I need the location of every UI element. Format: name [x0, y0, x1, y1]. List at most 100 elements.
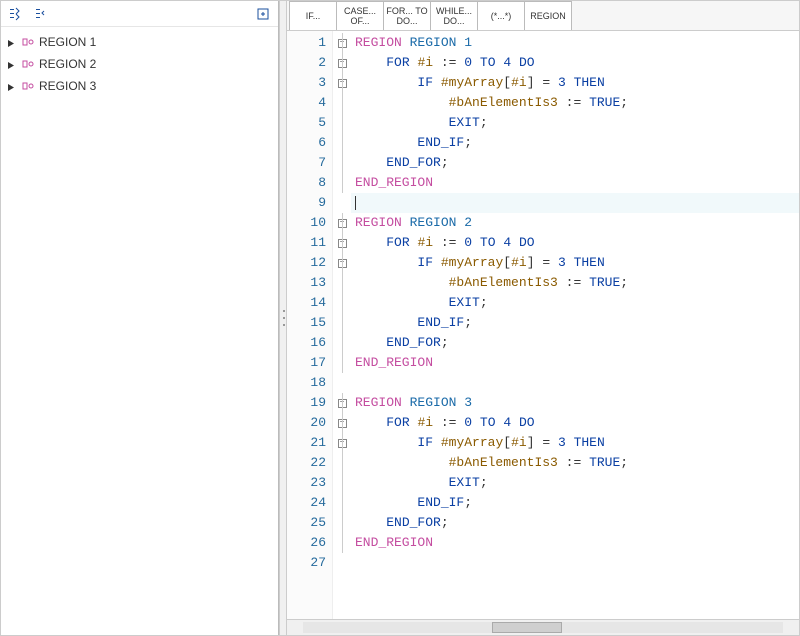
tree-item[interactable]: REGION 3 [1, 75, 278, 97]
line-number: 23 [287, 473, 332, 493]
code-line[interactable]: IF #myArray[#i] = 3 THEN [351, 253, 799, 273]
code-line[interactable]: EXIT; [351, 293, 799, 313]
line-number: 4 [287, 93, 332, 113]
code-line[interactable]: END_FOR; [351, 333, 799, 353]
caret-right-icon [7, 37, 17, 47]
code-area[interactable]: 1234567891011121314151617181920212223242… [287, 31, 799, 619]
code-editor-pane: IF...CASE... OF...FOR... TO DO...WHILE..… [287, 1, 799, 635]
line-number: 3 [287, 73, 332, 93]
region-icon [21, 57, 35, 71]
code-line[interactable]: END_FOR; [351, 153, 799, 173]
code-line[interactable]: #bAnElementIs3 := TRUE; [351, 273, 799, 293]
collapse-all-icon[interactable] [31, 3, 53, 25]
fold-cell [333, 153, 351, 173]
fold-cell: − [333, 253, 351, 273]
fold-cell [333, 493, 351, 513]
code-line[interactable]: REGION REGION 1 [351, 33, 799, 53]
code-line[interactable] [351, 373, 799, 393]
line-number: 24 [287, 493, 332, 513]
snippet-button[interactable]: FOR... TO DO... [383, 1, 431, 30]
code-line[interactable]: END_IF; [351, 493, 799, 513]
fold-cell: − [333, 413, 351, 433]
code-text[interactable]: REGION REGION 1 FOR #i := 0 TO 4 DO IF #… [351, 31, 799, 619]
code-line[interactable]: REGION REGION 2 [351, 213, 799, 233]
code-line[interactable]: END_FOR; [351, 513, 799, 533]
line-number: 27 [287, 553, 332, 573]
line-number: 8 [287, 173, 332, 193]
fold-cell: − [333, 393, 351, 413]
fold-cell [333, 473, 351, 493]
horizontal-scrollbar[interactable] [287, 619, 799, 635]
snippet-button[interactable]: REGION [524, 1, 572, 30]
fold-cell [333, 273, 351, 293]
line-number: 22 [287, 453, 332, 473]
fold-cell: − [333, 53, 351, 73]
code-line[interactable]: EXIT; [351, 473, 799, 493]
line-number: 19 [287, 393, 332, 413]
tree-item-label: REGION 3 [39, 79, 96, 93]
code-line[interactable] [351, 553, 799, 573]
snippet-button[interactable]: WHILE... DO... [430, 1, 478, 30]
caret-right-icon [7, 59, 17, 69]
fold-cell: − [333, 213, 351, 233]
line-number: 12 [287, 253, 332, 273]
tree-item[interactable]: REGION 2 [1, 53, 278, 75]
line-number: 26 [287, 533, 332, 553]
fold-cell: − [333, 33, 351, 53]
code-line[interactable]: REGION REGION 3 [351, 393, 799, 413]
code-line[interactable]: FOR #i := 0 TO 4 DO [351, 233, 799, 253]
region-tree: REGION 1 REGION 2 REGION 3 [1, 27, 278, 635]
code-line[interactable]: IF #myArray[#i] = 3 THEN [351, 433, 799, 453]
sidebar: REGION 1 REGION 2 REGION 3 [1, 1, 279, 635]
code-line[interactable]: END_REGION [351, 533, 799, 553]
fold-cell [333, 513, 351, 533]
code-line[interactable]: END_IF; [351, 133, 799, 153]
region-icon [21, 35, 35, 49]
snippet-button[interactable]: IF... [289, 1, 337, 30]
fold-cell [333, 373, 351, 393]
fold-cell [333, 173, 351, 193]
line-number: 25 [287, 513, 332, 533]
code-line[interactable]: FOR #i := 0 TO 4 DO [351, 413, 799, 433]
line-number: 20 [287, 413, 332, 433]
snippet-button[interactable]: CASE... OF... [336, 1, 384, 30]
code-line[interactable]: END_IF; [351, 313, 799, 333]
fold-cell: − [333, 433, 351, 453]
fold-cell: − [333, 233, 351, 253]
fold-cell [333, 333, 351, 353]
line-number: 6 [287, 133, 332, 153]
snippet-button[interactable]: (*...*) [477, 1, 525, 30]
code-line[interactable]: #bAnElementIs3 := TRUE; [351, 453, 799, 473]
tree-item[interactable]: REGION 1 [1, 31, 278, 53]
line-number: 9 [287, 193, 332, 213]
code-line[interactable]: IF #myArray[#i] = 3 THEN [351, 73, 799, 93]
fold-cell [333, 93, 351, 113]
fold-cell [333, 353, 351, 373]
fold-cell [333, 553, 351, 573]
sync-view-icon[interactable] [252, 3, 274, 25]
snippet-toolbar: IF...CASE... OF...FOR... TO DO...WHILE..… [287, 1, 799, 31]
line-number: 10 [287, 213, 332, 233]
line-number-gutter: 1234567891011121314151617181920212223242… [287, 31, 333, 619]
code-line[interactable]: FOR #i := 0 TO 4 DO [351, 53, 799, 73]
vertical-splitter[interactable] [279, 1, 287, 635]
expand-all-icon[interactable] [5, 3, 27, 25]
code-line[interactable]: EXIT; [351, 113, 799, 133]
fold-cell [333, 533, 351, 553]
app-root: REGION 1 REGION 2 REGION 3 IF...CASE... OF… [0, 0, 800, 636]
fold-cell [333, 293, 351, 313]
code-line[interactable]: END_REGION [351, 353, 799, 373]
line-number: 21 [287, 433, 332, 453]
line-number: 17 [287, 353, 332, 373]
line-number: 2 [287, 53, 332, 73]
code-line[interactable]: #bAnElementIs3 := TRUE; [351, 93, 799, 113]
fold-cell [333, 113, 351, 133]
region-icon [21, 79, 35, 93]
tree-item-label: REGION 2 [39, 57, 96, 71]
fold-cell [333, 453, 351, 473]
scrollbar-thumb[interactable] [492, 622, 562, 633]
code-line[interactable]: END_REGION [351, 173, 799, 193]
line-number: 11 [287, 233, 332, 253]
sidebar-toolbar [1, 1, 278, 27]
code-line[interactable] [351, 193, 799, 213]
